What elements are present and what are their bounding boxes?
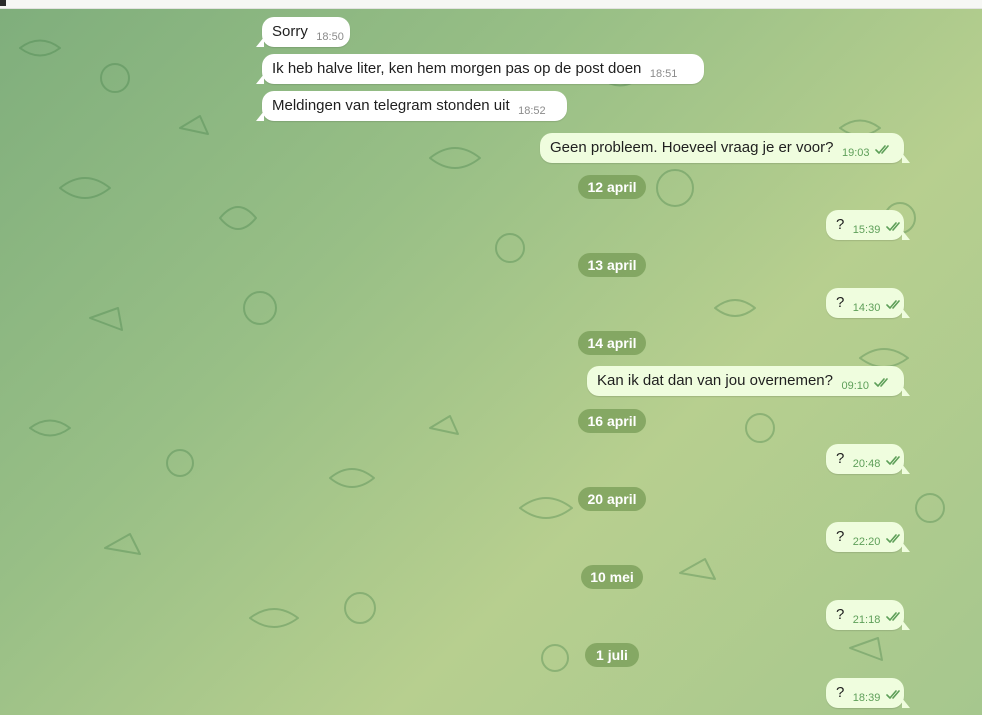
incoming-message[interactable]: Ik heb halve liter, ken hem morgen pas o…	[256, 54, 704, 84]
date-separator: 1 juli	[585, 643, 639, 667]
double-check-icon	[885, 690, 904, 700]
date-separator: 20 april	[578, 487, 646, 511]
message-time: 09:10	[841, 380, 869, 393]
message-text: ?	[836, 216, 845, 233]
date-separator: 14 april	[578, 331, 646, 355]
double-check-icon	[885, 612, 904, 622]
message-text: ?	[836, 606, 845, 623]
message-text: Sorry	[272, 23, 308, 40]
outgoing-message[interactable]: ? 20:48	[826, 444, 910, 474]
incoming-message[interactable]: Meldingen van telegram stonden uit 18:52	[256, 91, 567, 121]
message-time: 20:48	[852, 458, 881, 471]
double-check-icon	[885, 222, 904, 232]
outgoing-message[interactable]: ? 18:39	[826, 678, 910, 708]
window-corner-mark	[0, 0, 6, 6]
double-check-icon	[874, 378, 892, 388]
double-check-icon	[885, 456, 904, 466]
outgoing-message[interactable]: Kan ik dat dan van jou overnemen? 09:10	[587, 366, 910, 396]
message-text: ?	[836, 294, 845, 311]
message-time: 18:51	[649, 68, 678, 81]
double-check-icon	[885, 534, 904, 544]
date-separator: 16 april	[578, 409, 646, 433]
outgoing-message[interactable]: ? 22:20	[826, 522, 910, 552]
outgoing-message[interactable]: Geen probleem. Hoeveel vraag je er voor?…	[540, 133, 910, 163]
outgoing-message[interactable]: ? 21:18	[826, 600, 910, 630]
message-time: 21:18	[852, 614, 881, 627]
message-text: ?	[836, 528, 845, 545]
message-time: 18:52	[518, 105, 546, 118]
date-separator: 13 april	[578, 253, 646, 277]
message-time: 14:30	[852, 302, 881, 315]
message-text: Ik heb halve liter, ken hem morgen pas o…	[272, 60, 642, 77]
double-check-icon	[885, 300, 904, 310]
date-separator: 12 april	[578, 175, 646, 199]
double-check-icon	[875, 145, 893, 155]
date-separator: 10 mei	[581, 565, 643, 589]
message-text: ?	[836, 684, 845, 701]
message-text: Kan ik dat dan van jou overnemen?	[597, 372, 833, 389]
message-text: Geen probleem. Hoeveel vraag je er voor?	[550, 139, 834, 156]
message-text: Meldingen van telegram stonden uit	[272, 97, 510, 114]
message-text: ?	[836, 450, 845, 467]
message-time: 22:20	[852, 536, 881, 549]
message-time: 19:03	[841, 147, 870, 160]
message-time: 15:39	[852, 224, 881, 237]
message-time: 18:50	[316, 31, 344, 44]
outgoing-message[interactable]: ? 14:30	[826, 288, 910, 318]
incoming-message[interactable]: Sorry 18:50	[256, 17, 350, 47]
outgoing-message[interactable]: ? 15:39	[826, 210, 910, 240]
message-time: 18:39	[852, 692, 881, 705]
